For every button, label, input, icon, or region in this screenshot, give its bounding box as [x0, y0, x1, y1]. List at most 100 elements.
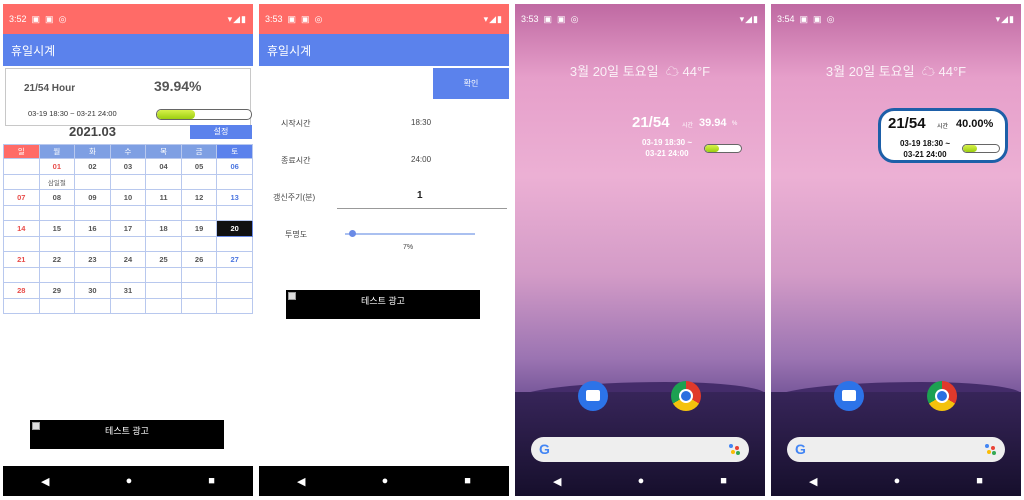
calendar-day[interactable]: 18: [145, 220, 182, 237]
refresh-interval-label: 갱신주기(분): [273, 193, 316, 202]
calendar-row: 14 15 16 17 18 19 20: [3, 220, 253, 237]
widget-progress-fill: [705, 145, 720, 152]
date-weather-widget[interactable]: 3월 20일 토요일 ☁ 44°F: [771, 61, 1021, 80]
messages-app-icon[interactable]: [578, 381, 608, 411]
calendar-day[interactable]: 29: [38, 282, 76, 299]
refresh-input-underline: [337, 208, 507, 209]
calendar-day[interactable]: 24: [109, 251, 147, 268]
calendar-day[interactable]: 19: [180, 220, 218, 237]
widget-hours: 21/54: [888, 115, 926, 132]
calendar-day[interactable]: 31: [109, 282, 147, 299]
calendar-day[interactable]: 20: [216, 220, 253, 237]
calendar-day[interactable]: 13: [216, 189, 253, 206]
mic-icon[interactable]: [729, 444, 740, 455]
mic-icon[interactable]: [985, 444, 996, 455]
ad-banner[interactable]: 테스트 광고: [30, 420, 224, 449]
calendar-row: 07 08 09 10 11 12 13: [3, 189, 253, 206]
home-screen-widget-opaque: 3:54 ▣ ▣ ◎ ▾◢▮ 3월 20일 토요일 ☁ 44°F 21/54 시…: [771, 4, 1021, 496]
nav-bar: ◀ ● ■: [259, 466, 509, 496]
calendar-day[interactable]: 01: [38, 158, 76, 175]
end-time-value[interactable]: 24:00: [411, 155, 431, 164]
gmail-icon: ▣: [45, 13, 54, 24]
chrome-icon[interactable]: [927, 381, 957, 411]
calendar-day[interactable]: 15: [38, 220, 76, 237]
recents-icon[interactable]: ■: [208, 475, 215, 487]
calendar-day[interactable]: 21: [3, 251, 40, 268]
calendar-day[interactable]: 06: [216, 158, 253, 175]
calendar-day[interactable]: 10: [109, 189, 147, 206]
home-icon[interactable]: ●: [382, 475, 389, 487]
ad-label: 테스트 광고: [105, 426, 149, 436]
chrome-center: [681, 391, 691, 401]
calendar-note: [216, 235, 253, 252]
calendar-day[interactable]: 11: [145, 189, 182, 206]
calendar-day[interactable]: 14: [3, 220, 40, 237]
back-icon[interactable]: ◀: [553, 475, 561, 488]
app-title: 휴일시계: [3, 34, 253, 66]
calendar-day[interactable]: 27: [216, 251, 253, 268]
calendar-day[interactable]: 09: [74, 189, 111, 206]
calendar-note: [109, 266, 147, 283]
settings-button[interactable]: 설정: [190, 125, 252, 139]
calendar-day[interactable]: 26: [180, 251, 218, 268]
calendar-day[interactable]: 04: [145, 158, 182, 175]
calendar-day[interactable]: 08: [38, 189, 76, 206]
start-time-value[interactable]: 18:30: [411, 118, 431, 127]
home-icon[interactable]: ●: [894, 475, 901, 487]
widget-percent: 39.94: [699, 117, 727, 129]
message-icon: ▣: [287, 13, 297, 24]
app-title: 휴일시계: [259, 34, 509, 66]
recents-icon[interactable]: ■: [464, 475, 471, 487]
message-icon: ▣: [543, 13, 553, 24]
google-search-bar[interactable]: G: [787, 437, 1005, 462]
calendar-note: [38, 235, 76, 252]
home-icon[interactable]: ●: [638, 475, 645, 487]
calendar-day[interactable]: 30: [74, 282, 111, 299]
messages-app-icon[interactable]: [834, 381, 864, 411]
opacity-slider[interactable]: [345, 233, 475, 235]
widget-percent: 40.00%: [956, 118, 994, 130]
google-icon: G: [539, 441, 550, 457]
opacity-value: 7%: [403, 244, 414, 251]
calendar-day[interactable]: [3, 158, 40, 175]
back-icon[interactable]: ◀: [809, 475, 817, 488]
opacity-label: 투명도: [285, 230, 308, 239]
widget-progress-fill: [963, 145, 978, 152]
calendar-day[interactable]: 23: [74, 251, 111, 268]
recents-icon[interactable]: ■: [720, 475, 727, 487]
calendar-day[interactable]: 16: [74, 220, 111, 237]
calendar-day[interactable]: 22: [38, 251, 76, 268]
home-icon[interactable]: ●: [126, 475, 133, 487]
calendar-grid: 일월화수목금토 01 02 03 04 05 06 삼일절 07 08 09 10 11 12 13 14 1…: [3, 144, 253, 314]
calendar-day[interactable]: 05: [180, 158, 218, 175]
calendar-day[interactable]: 17: [109, 220, 147, 237]
calendar-day[interactable]: 12: [180, 189, 218, 206]
calendar-day[interactable]: 07: [3, 189, 40, 206]
calendar-day[interactable]: [145, 282, 182, 299]
recents-icon[interactable]: ■: [976, 475, 983, 487]
holiday-widget[interactable]: 21/54 시간 40.00% 03-19 18:30 ~ 03-21 24:0…: [878, 108, 1008, 163]
calendar-day[interactable]: 28: [3, 282, 40, 299]
confirm-button[interactable]: 확인: [433, 68, 509, 99]
back-icon[interactable]: ◀: [41, 475, 49, 488]
ad-banner[interactable]: 테스트 광고: [286, 290, 480, 319]
opacity-slider-thumb[interactable]: [349, 230, 356, 237]
weekday-header: 토: [216, 144, 253, 159]
calendar-day[interactable]: [180, 282, 218, 299]
calendar-day[interactable]: [216, 282, 253, 299]
temperature-text: 44°F: [938, 64, 967, 79]
weekday-header: 목: [145, 144, 182, 159]
calendar-day[interactable]: 02: [74, 158, 111, 175]
chrome-icon[interactable]: [671, 381, 701, 411]
back-icon[interactable]: ◀: [297, 475, 305, 488]
progress-card: 21/54 Hour 39.94% 03-19 18:30 ~ 03-21 24…: [5, 68, 252, 126]
date-weather-widget[interactable]: 3월 20일 토요일 ☁ 44°F: [515, 61, 765, 80]
refresh-interval-input[interactable]: 1: [417, 190, 423, 201]
calendar-note: [180, 204, 218, 221]
widget-range-end: 03-21 24:00: [903, 150, 947, 159]
calendar-note: [38, 204, 76, 221]
cloud-icon: ☁: [662, 64, 679, 79]
calendar-day[interactable]: 03: [109, 158, 147, 175]
calendar-day[interactable]: 25: [145, 251, 182, 268]
google-search-bar[interactable]: G: [531, 437, 749, 462]
